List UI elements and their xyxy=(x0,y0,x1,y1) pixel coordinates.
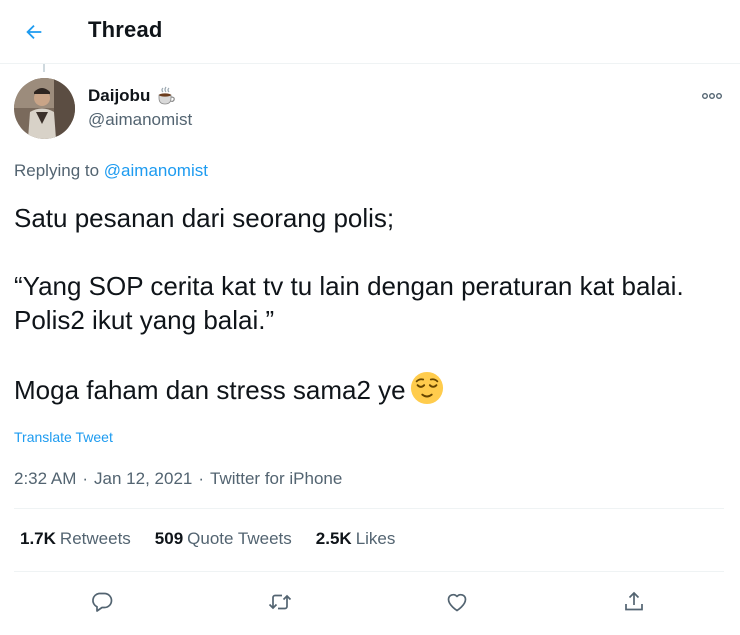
more-button[interactable] xyxy=(696,84,728,108)
likes-label: Likes xyxy=(355,529,396,548)
quotes-label: Quote Tweets xyxy=(187,529,292,548)
more-icon xyxy=(702,93,722,99)
arrow-left-icon xyxy=(26,24,42,40)
thread-connector-line xyxy=(43,64,45,72)
divider xyxy=(14,508,724,509)
translate-tweet-link[interactable]: Translate Tweet xyxy=(14,429,113,445)
like-button[interactable] xyxy=(440,585,474,619)
quote-tweets-stat[interactable]: 509 Quote Tweets xyxy=(155,529,292,549)
tweet-text: Satu pesanan dari seorang polis; “Yang S… xyxy=(14,201,714,407)
replying-to-label: Replying to xyxy=(14,161,100,180)
avatar-image xyxy=(14,78,75,139)
quotes-count: 509 xyxy=(154,529,184,548)
relieved-face-icon xyxy=(410,371,443,405)
back-button[interactable] xyxy=(16,14,52,50)
tweet-date[interactable]: Jan 12, 2021 xyxy=(94,469,192,489)
author-name-row[interactable]: Daijobu xyxy=(88,86,176,106)
avatar[interactable] xyxy=(14,78,75,139)
meta-separator: · xyxy=(198,469,205,488)
tweet-text-line-3: Moga faham dan stress sama2 ye xyxy=(14,375,406,405)
share-button[interactable] xyxy=(617,585,651,619)
divider xyxy=(14,571,724,572)
tweet-text-line-3-wrap: Moga faham dan stress sama2 ye xyxy=(14,371,714,407)
reply-button[interactable] xyxy=(85,585,119,619)
retweet-button[interactable] xyxy=(263,585,297,619)
replying-to-handle-link[interactable]: @aimanomist xyxy=(104,161,208,180)
reply-icon xyxy=(92,592,113,612)
page-title: Thread xyxy=(88,17,163,42)
share-icon xyxy=(625,591,643,611)
thread-header: Thread xyxy=(0,0,740,64)
tweet-actions xyxy=(0,585,740,619)
likes-stat[interactable]: 2.5K Likes xyxy=(316,529,396,549)
retweet-icon xyxy=(268,594,292,610)
likes-count: 2.5K xyxy=(315,529,352,548)
tweet-text-line-2: “Yang SOP cerita kat tv tu lain dengan p… xyxy=(14,271,684,335)
meta-separator: · xyxy=(82,469,89,488)
tweet-time[interactable]: 2:32 AM xyxy=(14,469,76,489)
tweet-text-line-1: Satu pesanan dari seorang polis; xyxy=(14,203,395,233)
retweets-stat[interactable]: 1.7K Retweets xyxy=(20,529,131,549)
hot-beverage-icon xyxy=(158,86,176,105)
tweet-meta: 2:32 AM · Jan 12, 2021 · Twitter for iPh… xyxy=(14,469,342,489)
tweet-source[interactable]: Twitter for iPhone xyxy=(210,469,342,489)
retweets-count: 1.7K xyxy=(20,529,56,548)
retweets-label: Retweets xyxy=(59,529,131,548)
heart-icon xyxy=(447,593,467,612)
replying-to: Replying to @aimanomist xyxy=(14,161,208,181)
author-display-name[interactable]: Daijobu xyxy=(88,86,150,106)
author-handle[interactable]: @aimanomist xyxy=(88,110,192,130)
tweet-stats: 1.7K Retweets 509 Quote Tweets 2.5K Likes xyxy=(20,529,395,549)
